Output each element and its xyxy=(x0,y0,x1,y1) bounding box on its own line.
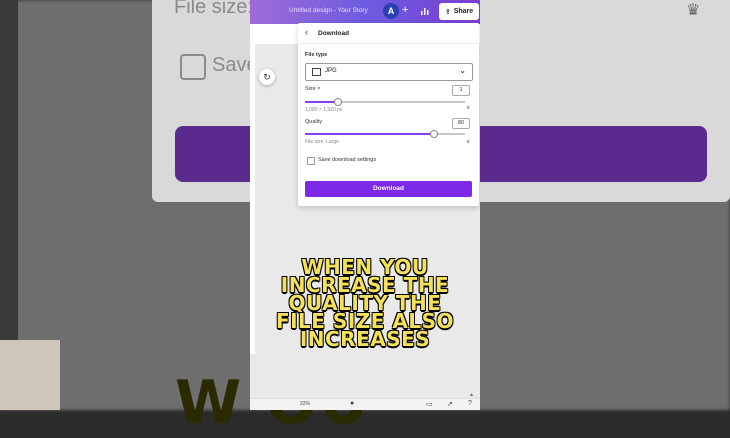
file-type-label: File type xyxy=(305,52,328,58)
download-panel-header: ‹ Download xyxy=(298,23,479,44)
share-label: Share xyxy=(453,8,474,15)
chevron-down-icon: ⌄ xyxy=(459,66,466,75)
quality-slider-fill xyxy=(305,133,433,135)
size-dimensions: 1,080 × 1,920 px xyxy=(305,107,343,113)
download-button[interactable]: Download xyxy=(305,181,472,197)
image-icon xyxy=(312,68,321,76)
add-collaborator-icon[interactable]: + xyxy=(402,4,408,16)
quality-crown-icon: ♛ xyxy=(466,139,471,145)
avatar[interactable]: A xyxy=(383,3,399,19)
phone-screen: Untitled design - Your Story A + ⇪ Share… xyxy=(250,0,480,410)
quality-input[interactable]: 80 xyxy=(452,118,470,129)
back-chevron-icon[interactable]: ‹ xyxy=(305,27,308,37)
size-label: Size × xyxy=(305,86,321,92)
file-size-text: File size: Large xyxy=(305,139,339,145)
background-checkbox xyxy=(180,54,206,80)
refresh-icon[interactable]: ↻ xyxy=(259,69,275,85)
file-type-value: JPG xyxy=(325,68,337,74)
share-icon: ⇪ xyxy=(444,8,451,16)
size-input[interactable]: 1 xyxy=(452,85,470,96)
file-type-select[interactable]: JPG ⌄ xyxy=(305,63,473,81)
top-bar: Untitled design - Your Story A + ⇪ Share xyxy=(250,0,480,24)
background-crown-icon: ♛ xyxy=(686,2,701,19)
zoom-level[interactable]: 22% xyxy=(300,401,310,407)
help-icon[interactable]: ? xyxy=(468,400,472,407)
pages-icon[interactable]: ▭ xyxy=(426,400,433,408)
save-settings-checkbox[interactable] xyxy=(307,157,315,165)
design-title[interactable]: Untitled design - Your Story xyxy=(289,7,368,14)
background-photo xyxy=(0,340,60,410)
bottom-toolbar: 22% ● ▭ ↗ ? xyxy=(250,398,480,410)
caption-overlay: WHEN YOU INCREASE THE QUALITY THE FILE S… xyxy=(250,257,480,349)
download-panel-title: Download xyxy=(318,30,350,37)
download-panel: ‹ Download File type JPG ⌄ Size × 1 ♛ 1,… xyxy=(298,23,479,206)
size-slider-handle[interactable] xyxy=(334,98,342,106)
quality-slider-handle[interactable] xyxy=(430,130,438,138)
save-settings-label: Save download settings xyxy=(318,157,377,163)
expand-icon[interactable]: ↗ xyxy=(447,400,453,408)
notes-icon[interactable]: ● xyxy=(350,400,354,407)
quality-label: Quality xyxy=(305,119,323,125)
size-slider-fill xyxy=(305,101,337,103)
size-crown-icon: ♛ xyxy=(466,105,471,111)
insights-icon[interactable] xyxy=(419,5,431,17)
share-button[interactable]: ⇪ Share xyxy=(439,3,479,20)
